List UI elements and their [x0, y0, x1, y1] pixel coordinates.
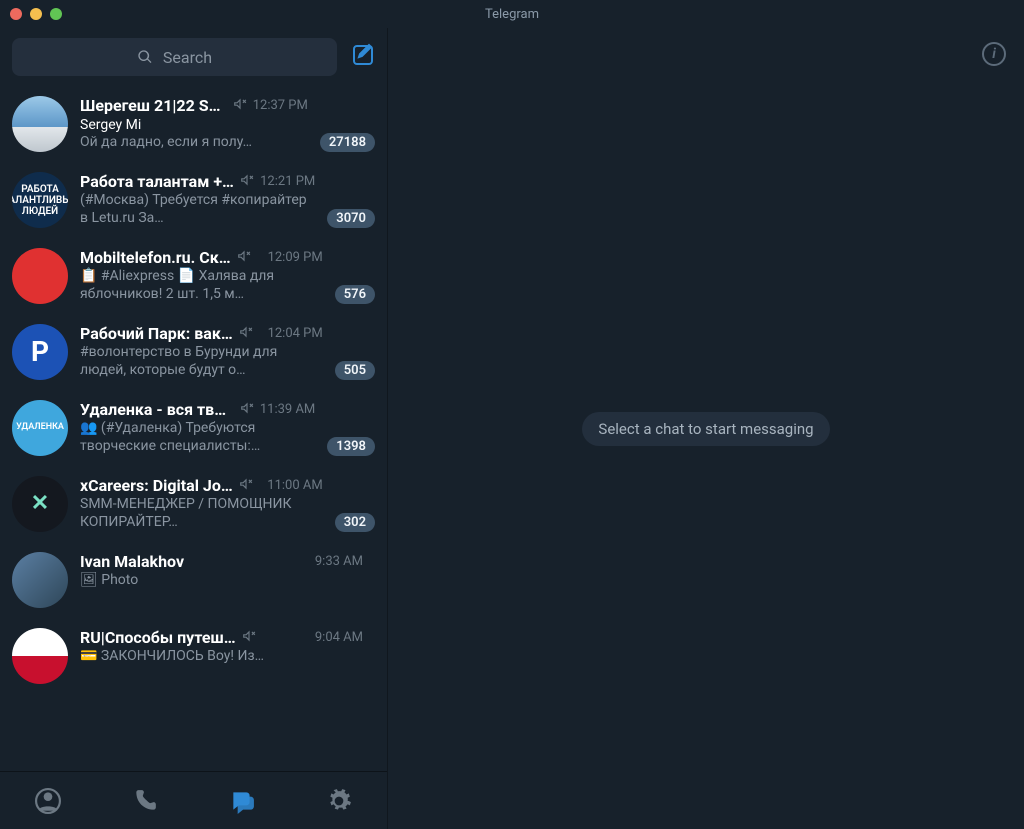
- avatar: [12, 552, 68, 608]
- search-input[interactable]: Search: [12, 38, 337, 76]
- avatar: РАБОТА ТАЛАНТЛИВЫХ ЛЮДЕЙ: [12, 172, 68, 228]
- chat-time: 12:37 PM: [253, 98, 308, 113]
- chat-preview: #волонтерство в Бурунди для людей, котор…: [80, 343, 310, 379]
- bottom-tabs: [0, 771, 387, 829]
- settings-icon: [326, 788, 352, 814]
- close-window-button[interactable]: [10, 8, 22, 20]
- chat-row[interactable]: Ivan Malakhov 9:33 AM 🖼 Photo: [0, 542, 387, 618]
- chat-time: 9:04 AM: [315, 630, 363, 645]
- chat-title: RU|Способы путеш…: [80, 628, 236, 647]
- chat-title: Удаленка - вся тво…: [80, 400, 234, 419]
- muted-icon: [237, 248, 251, 267]
- chat-time: 12:09 PM: [268, 250, 323, 265]
- chat-preview: 📋 #Aliexpress 📄 Халява для яблочников! 2…: [80, 267, 310, 303]
- chats-icon: [229, 788, 255, 814]
- avatar: ✕: [12, 476, 68, 532]
- unread-badge: 3070: [327, 209, 375, 228]
- calls-icon: [132, 788, 158, 814]
- chat-preview: SMM-МЕНЕДЖЕР / ПОМОЩНИК КОПИРАЙТЕР…: [80, 495, 310, 531]
- muted-icon: [239, 476, 253, 495]
- compose-icon: [351, 43, 375, 67]
- muted-icon: [240, 400, 254, 419]
- chat-row[interactable]: Mobiltelefon.ru. Ск… 12:09 PM 📋 #Aliexpr…: [0, 238, 387, 314]
- avatar: УДАЛЕНКА: [12, 400, 68, 456]
- chat-time: 12:04 PM: [268, 326, 323, 341]
- chat-time: 11:39 AM: [260, 402, 315, 417]
- window-controls: [0, 8, 62, 20]
- chat-list[interactable]: Шерегеш 21|22 Sh… 12:37 PM Sergey Mi Ой …: [0, 86, 387, 771]
- contacts-icon: [35, 788, 61, 814]
- info-button[interactable]: i: [982, 42, 1006, 66]
- muted-icon: [239, 324, 253, 343]
- chat-main-panel: i Select a chat to start messaging: [388, 28, 1024, 829]
- chat-sidebar: Search Шерегеш 21|22 Sh… 12:37 PM Sergey…: [0, 28, 388, 829]
- search-icon: [137, 49, 153, 65]
- window-titlebar: Telegram: [0, 0, 1024, 28]
- unread-badge: 505: [335, 361, 375, 380]
- avatar: [12, 96, 68, 152]
- chat-row[interactable]: Р Рабочий Парк: вак… 12:04 PM #волонтерс…: [0, 314, 387, 390]
- info-icon: i: [992, 46, 996, 62]
- muted-icon: [242, 628, 256, 647]
- chat-row[interactable]: РАБОТА ТАЛАНТЛИВЫХ ЛЮДЕЙ Работа талантам…: [0, 162, 387, 238]
- window-title: Telegram: [485, 7, 539, 22]
- tab-calls[interactable]: [131, 787, 159, 815]
- chat-preview: 💳 ЗАКОНЧИЛОСЬ Boy! Из…: [80, 647, 310, 665]
- search-placeholder: Search: [163, 48, 212, 67]
- chat-preview: 👥 (#Удаленка) Требуются творческие специ…: [80, 419, 310, 455]
- unread-badge: 27188: [320, 133, 375, 152]
- chat-row[interactable]: Шерегеш 21|22 Sh… 12:37 PM Sergey Mi Ой …: [0, 86, 387, 162]
- chat-title: Рабочий Парк: вак…: [80, 324, 233, 343]
- chat-preview: (#Москва) Требуется #копирайтер в Letu.r…: [80, 191, 310, 227]
- compose-button[interactable]: [351, 43, 375, 71]
- empty-state-message: Select a chat to start messaging: [582, 412, 829, 446]
- chat-sender: Sergey Mi: [80, 117, 308, 133]
- chat-row[interactable]: RU|Способы путеш… 9:04 AM 💳 ЗАКОНЧИЛОСЬ …: [0, 618, 387, 694]
- muted-icon: [233, 96, 247, 115]
- avatar: [12, 628, 68, 684]
- muted-icon: [240, 172, 254, 191]
- chat-title: xCareers: Digital Jo…: [80, 476, 233, 495]
- chat-row[interactable]: ✕ xCareers: Digital Jo… 11:00 AM SMM-МЕН…: [0, 466, 387, 542]
- avatar: Р: [12, 324, 68, 380]
- unread-badge: 1398: [327, 437, 375, 456]
- unread-badge: 302: [335, 513, 375, 532]
- chat-preview: 🖼 Photo: [80, 571, 310, 589]
- chat-time: 12:21 PM: [260, 174, 315, 189]
- chat-row[interactable]: УДАЛЕНКА Удаленка - вся тво… 11:39 AM 👥 …: [0, 390, 387, 466]
- minimize-window-button[interactable]: [30, 8, 42, 20]
- tab-chats[interactable]: [228, 787, 256, 815]
- chat-title: Mobiltelefon.ru. Ск…: [80, 248, 231, 267]
- avatar: [12, 248, 68, 304]
- chat-preview: Ой да ладно, если я полу…: [80, 133, 308, 151]
- maximize-window-button[interactable]: [50, 8, 62, 20]
- tab-settings[interactable]: [325, 787, 353, 815]
- chat-title: Шерегеш 21|22 Sh…: [80, 96, 227, 115]
- chat-title: Работа талантам +…: [80, 172, 234, 191]
- chat-title: Ivan Malakhov: [80, 552, 184, 571]
- tab-contacts[interactable]: [34, 787, 62, 815]
- chat-time: 9:33 AM: [315, 554, 363, 569]
- chat-time: 11:00 AM: [267, 478, 322, 493]
- unread-badge: 576: [335, 285, 375, 304]
